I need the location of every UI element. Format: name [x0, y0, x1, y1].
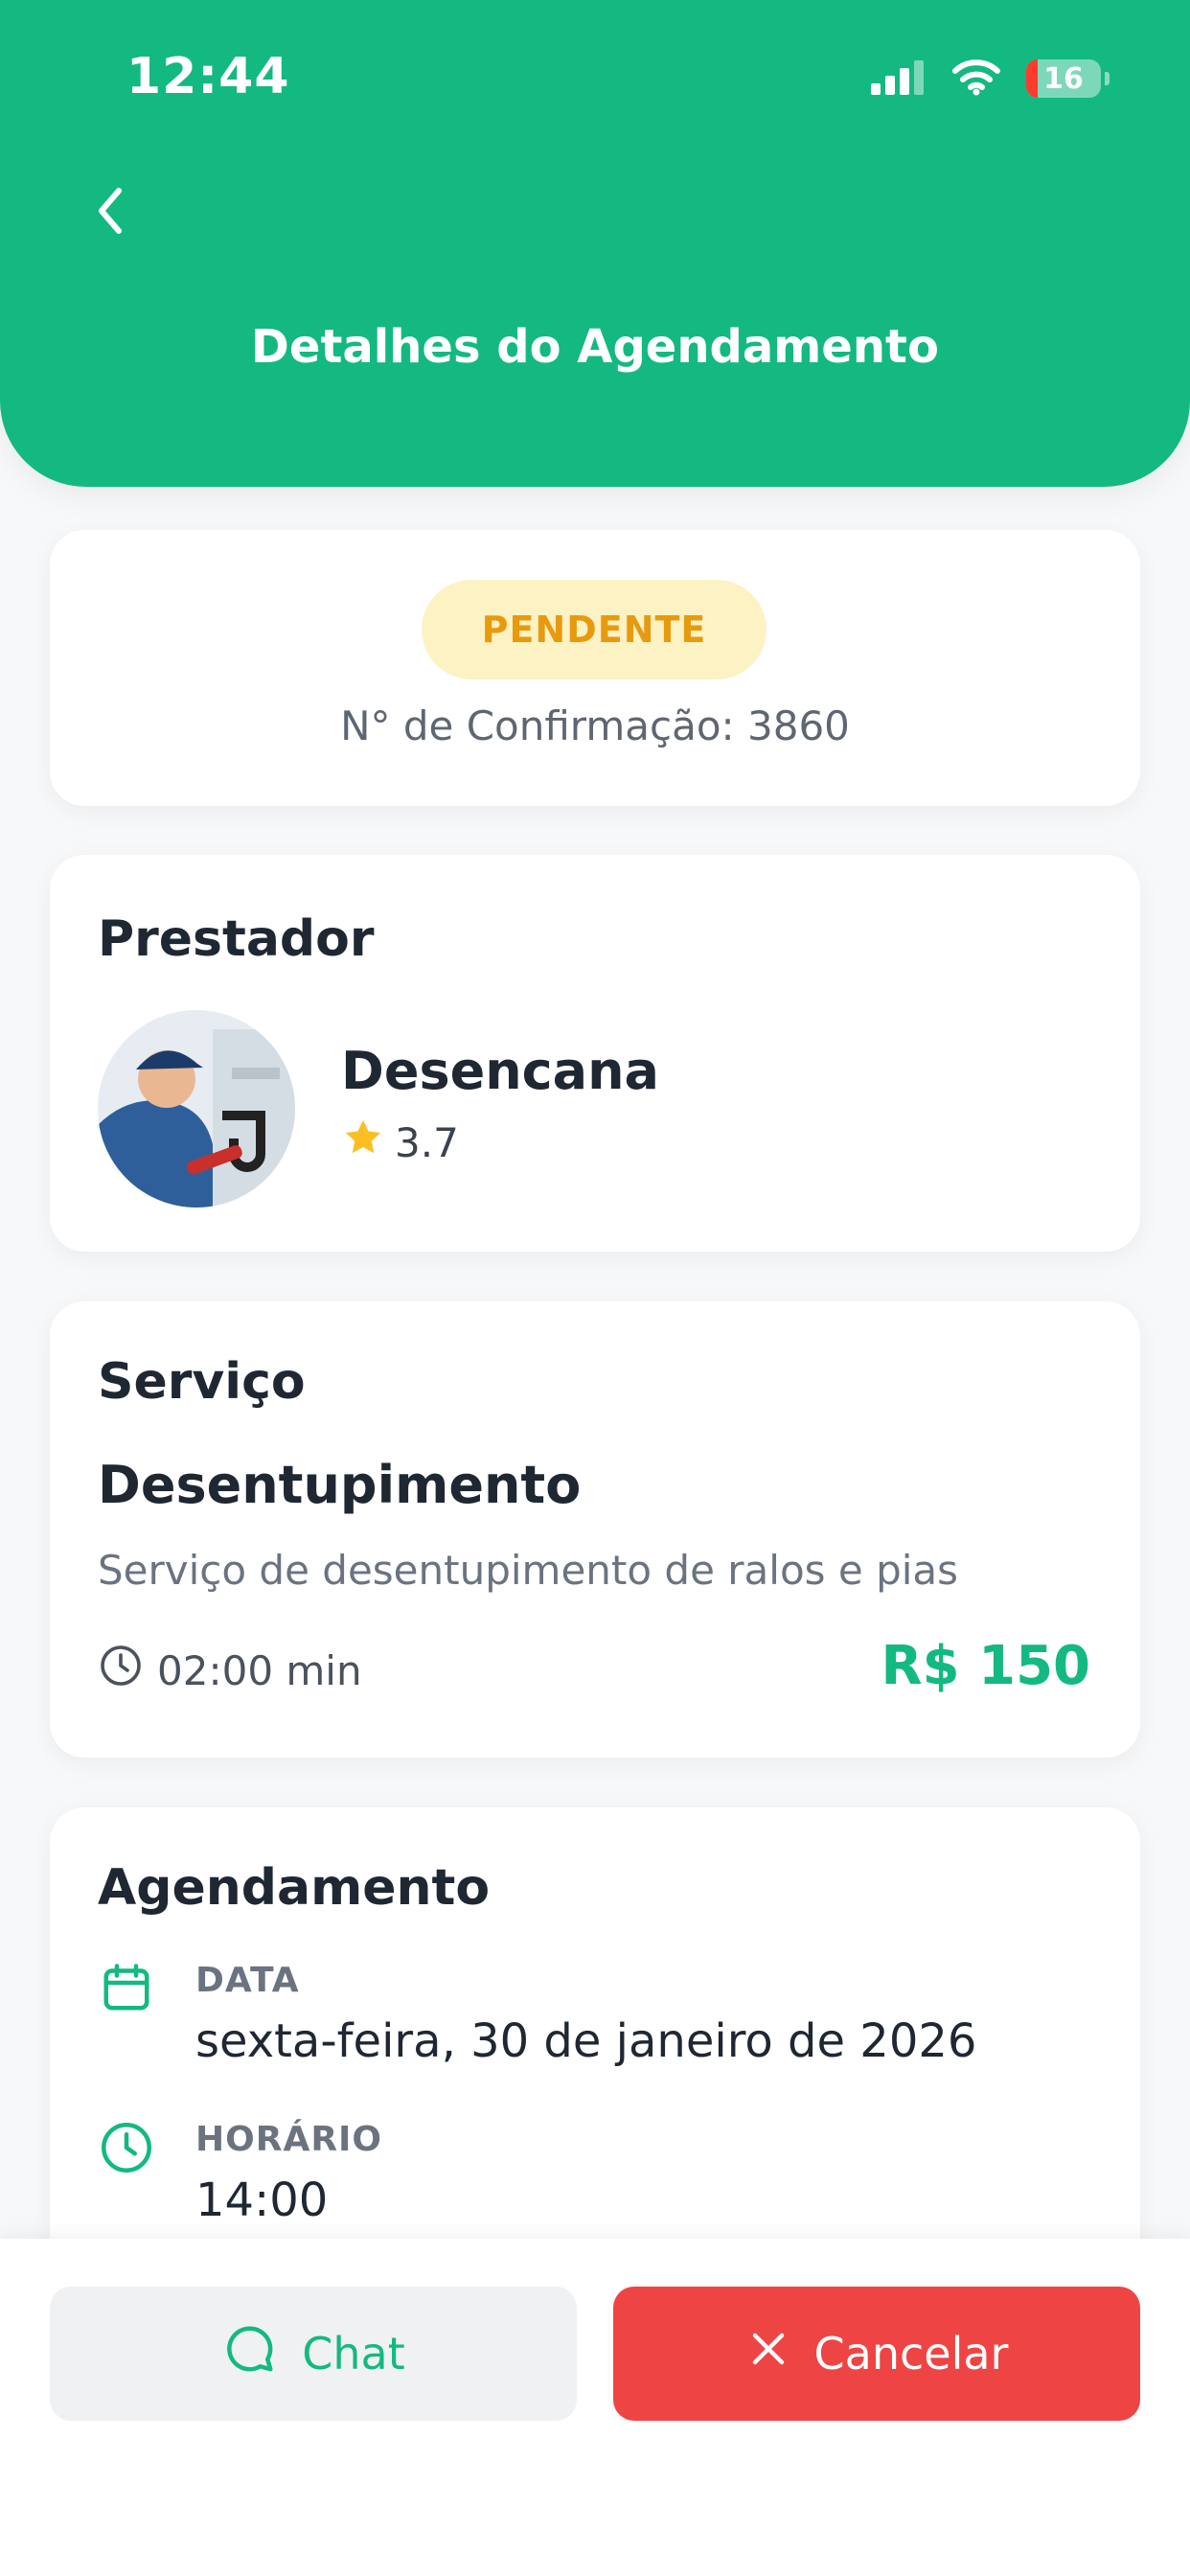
service-duration: 02:00 min — [98, 1643, 362, 1698]
battery-level: 16 — [1043, 61, 1084, 96]
status-time: 12:44 — [126, 48, 290, 105]
duration-value: 02:00 min — [157, 1646, 362, 1694]
service-description: Serviço de desentupimento de ralos e pia… — [98, 1547, 959, 1594]
booking-status-card: PENDENTE N° de Confirmação: 3860 — [50, 530, 1140, 806]
cancel-label: Cancelar — [813, 2328, 1009, 2380]
avatar — [98, 1010, 295, 1208]
service-section-title: Serviço — [98, 1353, 306, 1411]
time-label: HORÁRIO — [195, 2120, 383, 2159]
status-badge: PENDENTE — [422, 580, 767, 679]
chevron-left-icon — [96, 187, 125, 239]
calendar-icon — [98, 1959, 155, 2020]
provider-rating: 3.7 — [341, 1116, 459, 1169]
rating-value: 3.7 — [395, 1118, 459, 1166]
battery-icon: 16 — [1026, 59, 1101, 98]
schedule-card: Agendamento DATA sexta-feira, 30 de jane… — [50, 1807, 1140, 2287]
back-button[interactable] — [84, 182, 136, 243]
app-header: 12:44 16 Detalhes do Agendamento — [0, 0, 1190, 487]
cancel-button[interactable]: Cancelar — [613, 2287, 1140, 2421]
wifi-icon — [951, 58, 1001, 100]
chat-bubble-icon — [221, 2320, 279, 2388]
service-card: Serviço Desentupimento Serviço de desent… — [50, 1301, 1140, 1758]
chat-button[interactable]: Chat — [50, 2287, 577, 2421]
confirmation-number: N° de Confirmação: 3860 — [340, 702, 850, 749]
star-icon — [341, 1116, 385, 1169]
signal-icon — [871, 58, 927, 99]
close-icon — [745, 2326, 791, 2382]
service-price: R$ 150 — [881, 1635, 1090, 1697]
date-label: DATA — [195, 1961, 300, 2000]
bottom-action-bar: Chat Cancelar — [0, 2239, 1190, 2576]
clock-icon — [98, 1643, 144, 1698]
provider-section-title: Prestador — [98, 910, 375, 968]
service-name: Desentupimento — [98, 1455, 582, 1515]
chat-label: Chat — [302, 2328, 405, 2380]
provider-card[interactable]: Prestador Desencana 3.7 — [50, 855, 1140, 1252]
clock-icon — [98, 2119, 155, 2180]
status-icons: 16 — [871, 58, 1110, 100]
time-value: 14:00 — [195, 2174, 329, 2227]
date-value: sexta-feira, 30 de janeiro de 2026 — [195, 2014, 977, 2068]
schedule-section-title: Agendamento — [98, 1859, 491, 1917]
provider-name: Desencana — [341, 1041, 659, 1101]
page-title: Detalhes do Agendamento — [251, 320, 939, 374]
